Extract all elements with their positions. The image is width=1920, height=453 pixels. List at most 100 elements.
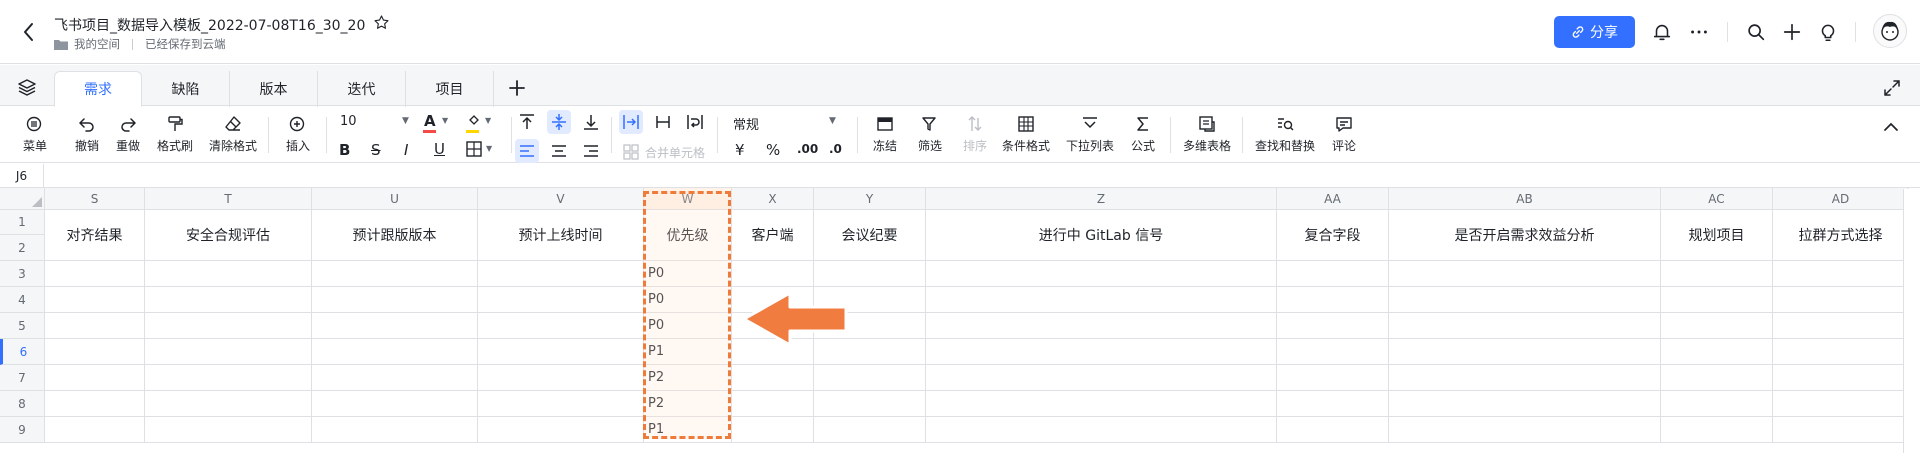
bold-icon[interactable]: B: [339, 141, 350, 159]
grid-cell[interactable]: [732, 417, 814, 443]
menu-button[interactable]: 菜单: [17, 107, 53, 154]
grid-cell[interactable]: [312, 417, 478, 443]
priority-cell[interactable]: P2: [644, 391, 732, 417]
column-header-X[interactable]: X: [732, 188, 814, 210]
grid-cell[interactable]: [1277, 261, 1389, 287]
grid-cell[interactable]: [45, 313, 145, 339]
select-all-corner[interactable]: [0, 188, 45, 210]
header-cell-AA[interactable]: 复合字段: [1277, 210, 1389, 261]
header-cell-AD[interactable]: 拉群方式选择: [1773, 210, 1909, 261]
grid-cell[interactable]: [1661, 287, 1773, 313]
cell-reference[interactable]: J6: [0, 164, 44, 187]
location-label[interactable]: 我的空间: [74, 36, 120, 52]
grid-cell[interactable]: [478, 391, 644, 417]
grid-cell[interactable]: [312, 313, 478, 339]
text-wrap-icon[interactable]: [685, 112, 705, 132]
tab-缺陷[interactable]: 缺陷: [142, 71, 230, 107]
add-sheet-icon[interactable]: [507, 78, 527, 98]
align-top-icon[interactable]: [517, 112, 537, 132]
grid-cell[interactable]: [1389, 365, 1661, 391]
header-cell-Y[interactable]: 会议纪要: [814, 210, 926, 261]
row-header-5[interactable]: 5: [0, 313, 45, 339]
row-header-2[interactable]: 2: [0, 235, 45, 261]
grid-cell[interactable]: [478, 313, 644, 339]
grid-cell[interactable]: [145, 417, 312, 443]
grid-cell[interactable]: [926, 417, 1277, 443]
row-header-3[interactable]: 3: [0, 261, 45, 287]
grid-cell[interactable]: [814, 417, 926, 443]
grid-cell[interactable]: [1389, 391, 1661, 417]
header-cell-T[interactable]: 安全合规评估: [145, 210, 312, 261]
grid-cell[interactable]: [145, 391, 312, 417]
grid-cell[interactable]: [145, 313, 312, 339]
column-header-T[interactable]: T: [145, 188, 312, 210]
column-header-AB[interactable]: AB: [1389, 188, 1661, 210]
formula-button[interactable]: 公式: [1128, 107, 1158, 154]
grid-cell[interactable]: [814, 365, 926, 391]
priority-cell[interactable]: P0: [644, 261, 732, 287]
grid-cell[interactable]: [1277, 339, 1389, 365]
multi-table-button[interactable]: 多维表格: [1182, 107, 1232, 154]
priority-cell[interactable]: P0: [644, 287, 732, 313]
star-icon[interactable]: [373, 14, 390, 31]
priority-cell[interactable]: P1: [644, 417, 732, 443]
italic-icon[interactable]: I: [404, 141, 408, 159]
filter-button[interactable]: 筛选: [912, 107, 948, 154]
font-color-button[interactable]: A ▼: [423, 112, 454, 136]
currency-button[interactable]: ¥: [735, 141, 745, 159]
back-icon[interactable]: [20, 20, 38, 44]
grid-cell[interactable]: [1661, 391, 1773, 417]
grid-cell[interactable]: [1773, 313, 1909, 339]
grid-cell[interactable]: [145, 261, 312, 287]
priority-cell[interactable]: P1: [644, 339, 732, 365]
freeze-button[interactable]: 冻结: [867, 107, 903, 154]
grid-cell[interactable]: [814, 391, 926, 417]
grid-cell[interactable]: [1773, 261, 1909, 287]
header-cell-AB[interactable]: 是否开启需求效益分析: [1389, 210, 1661, 261]
header-cell-AC[interactable]: 规划项目: [1661, 210, 1773, 261]
priority-cell[interactable]: P0: [644, 313, 732, 339]
header-cell-U[interactable]: 预计跟版版本: [312, 210, 478, 261]
lightbulb-icon[interactable]: [1817, 21, 1839, 43]
column-header-Y[interactable]: Y: [814, 188, 926, 210]
grid-cell[interactable]: [1773, 287, 1909, 313]
text-clip-icon[interactable]: [653, 112, 673, 132]
grid-cell[interactable]: [312, 391, 478, 417]
priority-cell[interactable]: P2: [644, 365, 732, 391]
avatar[interactable]: [1873, 14, 1907, 48]
undo-button[interactable]: 撤销: [73, 107, 101, 154]
collapse-toolbar-icon[interactable]: [1881, 117, 1901, 137]
dropdown-list-button[interactable]: 下拉列表: [1064, 107, 1116, 154]
align-right-icon[interactable]: [581, 141, 601, 161]
grid-cell[interactable]: [478, 365, 644, 391]
grid-cell[interactable]: [1389, 339, 1661, 365]
text-overflow-icon[interactable]: [621, 112, 641, 132]
strikethrough-icon[interactable]: S: [371, 141, 381, 159]
grid-cell[interactable]: [1277, 287, 1389, 313]
grid-cell[interactable]: [926, 339, 1277, 365]
header-cell-Z[interactable]: 进行中 GitLab 信号: [926, 210, 1277, 261]
grid-cell[interactable]: [732, 365, 814, 391]
grid-cell[interactable]: [45, 261, 145, 287]
grid-cell[interactable]: [1661, 417, 1773, 443]
grid-cell[interactable]: [926, 365, 1277, 391]
grid-cell[interactable]: [45, 391, 145, 417]
grid-cell[interactable]: [1389, 287, 1661, 313]
align-middle-icon[interactable]: [549, 112, 569, 132]
grid-cell[interactable]: [1277, 417, 1389, 443]
header-cell-V[interactable]: 预计上线时间: [478, 210, 644, 261]
row-header-6[interactable]: 6: [0, 339, 45, 365]
decimal-remove-button[interactable]: .0: [829, 142, 842, 156]
grid-cell[interactable]: [1661, 261, 1773, 287]
merge-cells-button[interactable]: 合并单元格: [623, 142, 705, 162]
align-left-icon[interactable]: [517, 141, 537, 161]
grid-cell[interactable]: [926, 313, 1277, 339]
row-header-4[interactable]: 4: [0, 287, 45, 313]
layers-icon[interactable]: [17, 77, 37, 97]
underline-icon[interactable]: U: [434, 140, 445, 158]
fill-color-button[interactable]: ▼: [466, 112, 497, 136]
search-icon[interactable]: [1745, 21, 1767, 43]
grid-cell[interactable]: [1773, 391, 1909, 417]
percent-button[interactable]: %: [766, 141, 780, 159]
grid-cell[interactable]: [1277, 391, 1389, 417]
